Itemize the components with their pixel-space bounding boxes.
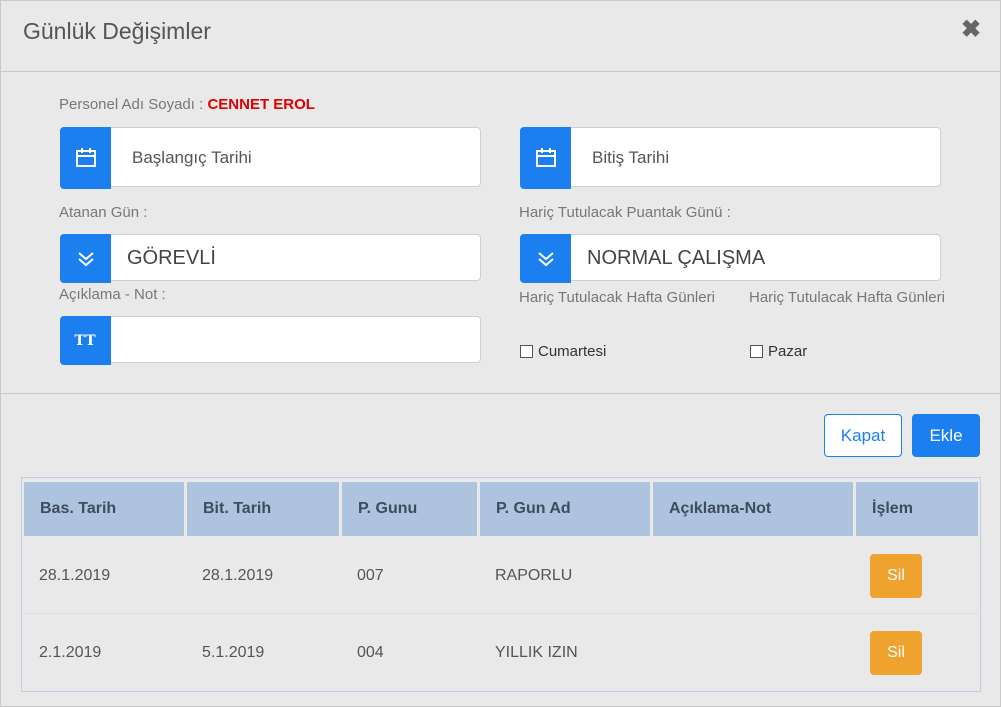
table-row: 28.1.2019 28.1.2019 007 RAPORLU Sil bbox=[24, 537, 978, 614]
calendar-icon[interactable] bbox=[520, 127, 571, 189]
column-header-day: P. Gunu bbox=[342, 482, 477, 536]
text-format-icon: TT bbox=[60, 316, 111, 365]
cell-end-date: 5.1.2019 bbox=[202, 643, 265, 661]
week-days-label-1: Hariç Tutulacak Hafta Günleri bbox=[519, 289, 715, 306]
sunday-checkbox[interactable] bbox=[750, 345, 763, 358]
person-label-row: Personel Adı Soyadı : CENNET EROL bbox=[59, 96, 315, 113]
assigned-day-value: GÖREVLİ bbox=[127, 247, 216, 269]
cell-end-date: 28.1.2019 bbox=[202, 566, 274, 584]
week-days-label-2: Hariç Tutulacak Hafta Günleri bbox=[749, 289, 945, 306]
saturday-checkbox-row[interactable]: Cumartesi bbox=[520, 343, 606, 360]
saturday-checkbox[interactable] bbox=[520, 345, 533, 358]
column-header-start-date: Bas. Tarih bbox=[24, 482, 184, 536]
column-header-end-date: Bit. Tarih bbox=[187, 482, 339, 536]
form-section: Personel Adı Soyadı : CENNET EROL Başlan… bbox=[1, 72, 1000, 394]
person-name: CENNET EROL bbox=[207, 96, 315, 113]
cell-note bbox=[653, 537, 856, 614]
daily-changes-modal: Günlük Değişimler ✖ Personel Adı Soyadı … bbox=[0, 0, 1001, 707]
calendar-icon[interactable] bbox=[60, 127, 111, 189]
cell-day-name: YILLIK IZIN bbox=[495, 643, 578, 661]
table-row: 2.1.2019 5.1.2019 004 YILLIK IZIN Sil bbox=[24, 614, 978, 691]
cell-start-date: 2.1.2019 bbox=[39, 643, 102, 661]
cell-day: 007 bbox=[357, 566, 384, 584]
delete-button[interactable]: Sil bbox=[870, 631, 922, 675]
column-header-action: İşlem bbox=[856, 482, 978, 536]
sunday-checkbox-row[interactable]: Pazar bbox=[750, 343, 807, 360]
note-label: Açıklama - Not : bbox=[59, 286, 166, 303]
close-button[interactable]: Kapat bbox=[824, 414, 902, 457]
delete-button[interactable]: Sil bbox=[870, 554, 922, 598]
saturday-label: Cumartesi bbox=[538, 343, 607, 360]
note-addon-label: TT bbox=[74, 332, 97, 349]
changes-table: Bas. Tarih Bit. Tarih P. Gunu P. Gun Ad … bbox=[21, 477, 981, 692]
note-input[interactable]: TT bbox=[60, 316, 481, 365]
excluded-day-label: Hariç Tutulacak Puantak Günü : bbox=[519, 204, 731, 221]
double-chevron-down-icon[interactable] bbox=[520, 234, 571, 283]
assigned-day-select[interactable]: GÖREVLİ bbox=[60, 234, 481, 283]
close-icon[interactable]: ✖ bbox=[961, 15, 981, 44]
person-label: Personel Adı Soyadı : bbox=[59, 96, 204, 113]
column-header-day-name: P. Gun Ad bbox=[480, 482, 650, 536]
cell-note bbox=[653, 614, 856, 691]
sunday-label: Pazar bbox=[768, 343, 808, 360]
cell-start-date: 28.1.2019 bbox=[39, 566, 111, 584]
excluded-day-select[interactable]: NORMAL ÇALIŞMA bbox=[520, 234, 941, 283]
modal-title: Günlük Değişimler bbox=[23, 18, 211, 44]
end-date-field[interactable]: Bitiş Tarihi bbox=[520, 127, 941, 189]
double-chevron-down-icon[interactable] bbox=[60, 234, 111, 283]
cell-day-name: RAPORLU bbox=[495, 566, 573, 584]
assigned-day-label: Atanan Gün : bbox=[59, 204, 148, 221]
start-date-field[interactable]: Başlangıç Tarihi bbox=[60, 127, 481, 189]
modal-header: Günlük Değişimler ✖ bbox=[1, 1, 1000, 72]
add-button[interactable]: Ekle bbox=[912, 414, 980, 457]
column-header-note: Açıklama-Not bbox=[653, 482, 853, 536]
cell-day: 004 bbox=[357, 643, 384, 661]
end-date-placeholder: Bitiş Tarihi bbox=[592, 148, 670, 167]
excluded-day-value: NORMAL ÇALIŞMA bbox=[587, 247, 766, 269]
start-date-placeholder: Başlangıç Tarihi bbox=[132, 148, 252, 167]
